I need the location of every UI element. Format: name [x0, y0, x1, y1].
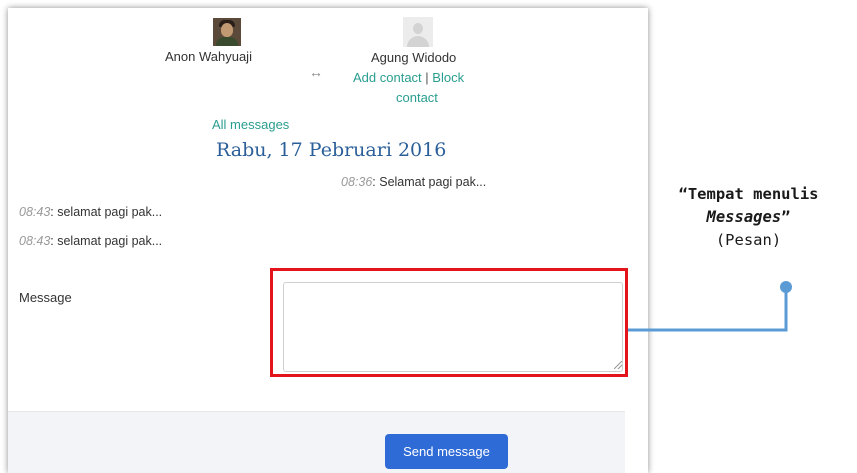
annotation-line1: “Tempat menulis — [678, 185, 819, 203]
annotation-close-quote: ” — [781, 208, 791, 226]
connector-line — [628, 287, 788, 332]
annotation-line3: (Pesan) — [715, 231, 782, 249]
connector-dot — [780, 281, 792, 293]
annotation-callout: “Tempat menulis Messages” (Pesan) — [640, 183, 857, 252]
annotation-line2: Messages” — [640, 206, 857, 229]
annotation-messages: Messages — [706, 208, 782, 226]
